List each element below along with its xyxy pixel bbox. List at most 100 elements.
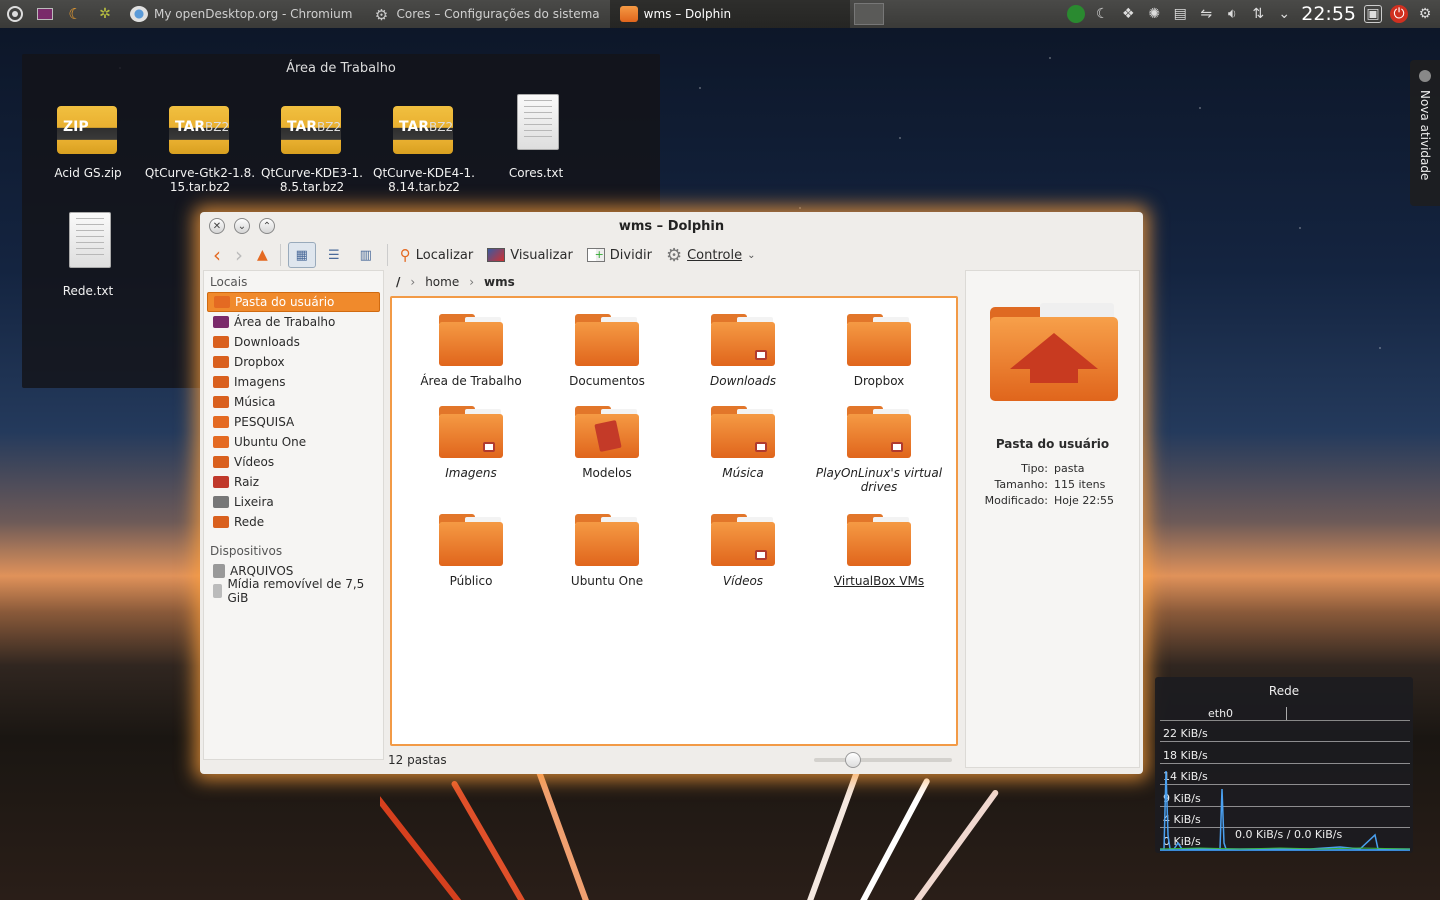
activity-tab[interactable]: Nova atividade [1410, 60, 1440, 206]
breadcrumb-root[interactable]: / [396, 275, 400, 289]
lock-screen-icon[interactable]: ▣ [1364, 5, 1382, 23]
night-launcher[interactable]: ☾ [60, 0, 90, 28]
separator [386, 244, 388, 266]
folder-name: Modelos [582, 466, 632, 480]
toolbar: ‹ › ▲ ▦ ☰ ▥ ⚲ Localizar Visualizar + Div… [200, 240, 1143, 270]
task-chromium[interactable]: My openDesktop.org - Chromium [120, 0, 362, 28]
device-item[interactable]: Mídia removível de 7,5 GiB [207, 577, 380, 605]
details-view-button[interactable]: ☰ [320, 242, 348, 268]
desktop-file[interactable]: Rede.txt [32, 212, 144, 298]
find-button[interactable]: ⚲ Localizar [395, 242, 478, 268]
volume-icon[interactable]: 🔉︎ [1223, 5, 1241, 23]
place-item[interactable]: Pasta do usuário [207, 292, 380, 312]
zoom-slider-handle[interactable] [845, 752, 861, 768]
preview-label: Visualizar [510, 247, 573, 263]
activity-label: Nova atividade [1418, 90, 1432, 181]
dropbox-icon[interactable]: ❖ [1119, 5, 1137, 23]
power-icon[interactable]: ⏻ [1390, 5, 1408, 23]
up-button[interactable]: ▲ [252, 242, 273, 268]
folder-icon [213, 376, 229, 388]
folder-icon [213, 356, 229, 368]
place-item[interactable]: Música [207, 392, 380, 412]
chevron-right-icon[interactable]: › [410, 275, 415, 289]
folder-item[interactable]: Modelos [542, 406, 672, 480]
folder-item[interactable]: Dropbox [814, 314, 944, 388]
folder-icon [213, 496, 229, 508]
forward-button[interactable]: › [230, 242, 248, 268]
activity-icon [1419, 70, 1431, 82]
chevron-right-icon[interactable]: › [469, 275, 474, 289]
preview-button[interactable]: Visualizar [482, 242, 578, 268]
chevron-down-icon[interactable]: ⌄ [1275, 5, 1293, 23]
folder-item[interactable]: Vídeos [678, 514, 808, 588]
breadcrumb-current[interactable]: wms [484, 275, 515, 289]
interface-name: eth0 [1208, 707, 1234, 720]
place-item[interactable]: Área de Trabalho [207, 312, 380, 332]
place-item[interactable]: Vídeos [207, 452, 380, 472]
place-item[interactable]: Downloads [207, 332, 380, 352]
flag-icon[interactable] [1067, 5, 1086, 23]
breadcrumb-home[interactable]: home [425, 275, 459, 289]
place-item[interactable]: Dropbox [207, 352, 380, 372]
folder-item[interactable]: Ubuntu One [542, 514, 672, 588]
folder-item[interactable]: Público [406, 514, 536, 588]
meta-row: Modificado: Hoje 22:55 [966, 493, 1141, 509]
terminal-icon [37, 8, 53, 20]
desktop-file[interactable]: Cores.txt [480, 94, 592, 180]
folder-name: Imagens [445, 466, 497, 480]
place-item[interactable]: Lixeira [207, 492, 380, 512]
tar-archive-icon: TAR BZ2 [393, 102, 455, 160]
split-button[interactable]: + Dividir [582, 242, 657, 268]
close-button[interactable]: ✕ [209, 218, 225, 234]
terminal-launcher[interactable] [30, 0, 60, 28]
zoom-slider[interactable] [814, 752, 952, 768]
desktop-file[interactable]: TAR BZ2 QtCurve-KDE3-1.8.5.tar.bz2 [256, 102, 368, 194]
place-item[interactable]: Imagens [207, 372, 380, 392]
folder-icon [575, 314, 639, 366]
hard-drive-icon [213, 564, 225, 578]
place-item[interactable]: PESQUISA [207, 412, 380, 432]
tool-launcher[interactable]: ✲ [90, 0, 120, 28]
icons-view-button[interactable]: ▦ [287, 242, 316, 268]
place-label: PESQUISA [234, 415, 295, 429]
desktop-file[interactable]: TAR BZ2 QtCurve-KDE4-1.8.14.tar.bz2 [368, 102, 480, 194]
folder-item[interactable]: PlayOnLinux's virtual drives [814, 406, 944, 494]
folder-item[interactable]: Área de Trabalho [406, 314, 536, 388]
folder-name: PlayOnLinux's virtual drives [815, 466, 943, 494]
minimize-button[interactable]: ⌄ [234, 218, 250, 234]
arrow-up-icon: ▲ [257, 247, 268, 263]
window-title: wms – Dolphin [618, 218, 725, 234]
kickoff-menu-button[interactable] [0, 0, 30, 28]
folder-icon [213, 516, 229, 528]
task-dolphin[interactable]: wms – Dolphin [609, 0, 850, 28]
weather-moon-icon[interactable]: ☾ [1093, 5, 1111, 23]
folder-item[interactable]: VirtualBox VMs [814, 514, 944, 588]
place-item[interactable]: Raiz [207, 472, 380, 492]
clipboard-icon[interactable]: ▤ [1171, 5, 1189, 23]
columns-view-button[interactable]: ▥ [352, 242, 380, 268]
task-system-settings[interactable]: ⚙ Cores – Configurações do sistema [362, 0, 609, 28]
desktop-settings-icon[interactable]: ⚙ [1416, 5, 1434, 23]
place-item[interactable]: Ubuntu One [207, 432, 380, 452]
desktop-file[interactable]: TAR BZ2 QtCurve-Gtk2-1.8.15.tar.bz2 [144, 102, 256, 194]
network-manager-icon[interactable]: ✺ [1145, 5, 1163, 23]
title-bar[interactable]: ✕ ⌄ ⌃ wms – Dolphin [200, 212, 1143, 240]
chevron-down-icon: ⌄ [237, 220, 247, 232]
folder-item[interactable]: Downloads [678, 314, 808, 388]
maximize-button[interactable]: ⌃ [259, 218, 275, 234]
folder-item[interactable]: Música [678, 406, 808, 480]
desktop-file[interactable]: ZIP Acid GS.zip [32, 102, 144, 180]
control-menu-button[interactable]: ⚙ Controle ⌄ [661, 242, 761, 268]
pager-icon[interactable] [853, 3, 884, 25]
meta-key: Tamanho: [994, 478, 1048, 491]
folder-item[interactable]: Imagens [406, 406, 536, 480]
rate-readout: 0.0 KiB/s / 0.0 KiB/s [1235, 828, 1343, 841]
folder-item[interactable]: Documentos [542, 314, 672, 388]
wrench-icon: ✲ [99, 6, 111, 22]
usb-icon[interactable]: ⇋ [1197, 5, 1215, 23]
file-view[interactable]: Área de Trabalho Documentos Downloads Dropb… [390, 296, 958, 746]
transfer-icon[interactable]: ⇅ [1249, 5, 1267, 23]
place-item[interactable]: Rede [207, 512, 380, 532]
clock[interactable]: 22:55 [1301, 3, 1356, 25]
back-button[interactable]: ‹ [208, 242, 226, 268]
